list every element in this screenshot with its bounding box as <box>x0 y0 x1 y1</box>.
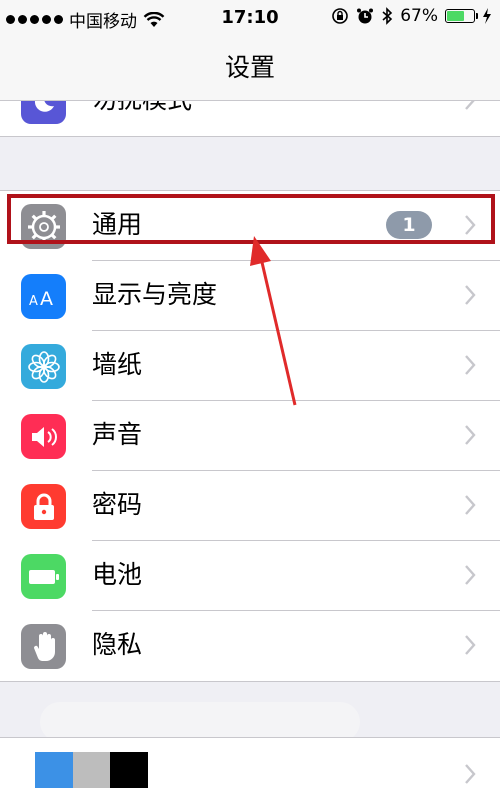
arrow-annotation <box>250 236 297 406</box>
